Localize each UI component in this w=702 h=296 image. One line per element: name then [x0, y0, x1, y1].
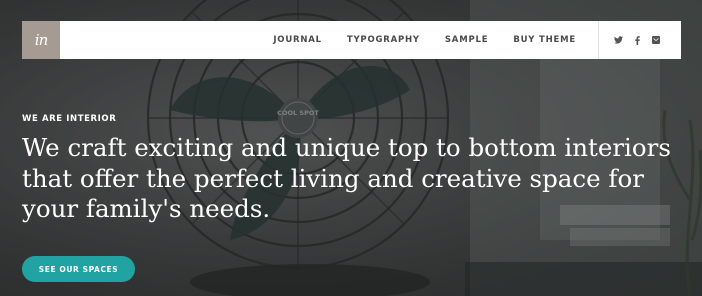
social-links	[598, 21, 681, 59]
hero-section: COOL SPOT in JOURNAL TYPOGRAPHY SAMPLE B…	[0, 0, 702, 296]
top-navbar: in JOURNAL TYPOGRAPHY SAMPLE BUY THEME	[22, 21, 681, 59]
site-logo[interactable]: in	[22, 21, 60, 59]
main-menu: JOURNAL TYPOGRAPHY SAMPLE BUY THEME	[273, 21, 598, 59]
nav-link-sample[interactable]: SAMPLE	[445, 35, 488, 45]
nav-link-typography[interactable]: TYPOGRAPHY	[347, 35, 420, 45]
nav-link-buy-theme[interactable]: BUY THEME	[513, 35, 576, 45]
twitter-icon[interactable]	[613, 35, 623, 45]
hero-eyebrow: WE ARE INTERIOR	[22, 114, 117, 124]
nav-link-journal[interactable]: JOURNAL	[273, 35, 322, 45]
email-icon[interactable]	[651, 35, 661, 45]
logo-text: in	[34, 31, 49, 49]
see-our-spaces-button[interactable]: SEE OUR SPACES	[22, 256, 135, 282]
hero-headline: We craft exciting and unique top to bott…	[22, 133, 671, 223]
facebook-icon[interactable]	[632, 35, 642, 45]
